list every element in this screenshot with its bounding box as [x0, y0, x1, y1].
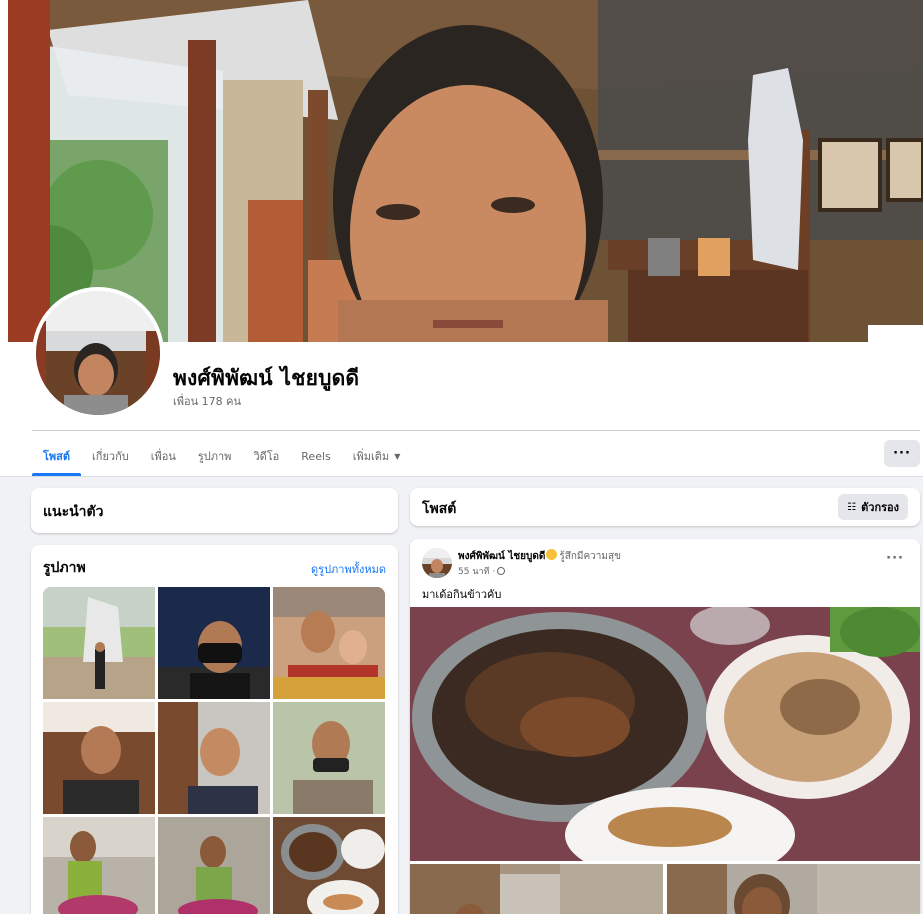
photo-thumbnail[interactable]	[273, 702, 385, 814]
tab-label: Reels	[301, 449, 331, 463]
tab-label: วิดีโอ	[253, 450, 280, 463]
tab-photos[interactable]: รูปภาพ	[187, 436, 243, 476]
post-meta: 55 นาที ·	[458, 564, 506, 578]
filter-button[interactable]: ☷ ตัวกรอง	[838, 494, 908, 520]
photos-card: รูปภาพ ดูรูปภาพทั้งหมด	[31, 545, 398, 914]
smiley-icon	[546, 549, 558, 560]
tab-label: รูปภาพ	[197, 450, 232, 463]
post-author-name[interactable]: พงศ์พิพัฒน์ ไชยบูดดี	[458, 551, 545, 562]
tab-label: เพื่อน	[150, 450, 176, 463]
filter-icon: ☷	[847, 501, 857, 513]
globe-icon	[497, 567, 506, 575]
photo-thumbnail[interactable]	[273, 817, 385, 914]
friend-count[interactable]: เพื่อน 178 คน	[173, 392, 241, 410]
photo-thumbnail[interactable]	[273, 587, 385, 699]
tab-more[interactable]: เพิ่มเติม ▼	[342, 436, 412, 476]
post-time[interactable]: 55 นาที ·	[458, 567, 495, 577]
post-text: มาเด้อกินข้าวคับ	[422, 588, 502, 601]
photo-thumbnail[interactable]	[43, 817, 155, 914]
tab-label: เกี่ยวกับ	[92, 450, 129, 463]
post-author-line: พงศ์พิพัฒน์ ไชยบูดดี รู้สึกมีความสุข	[458, 549, 621, 564]
tab-label: เพิ่มเติม	[352, 450, 390, 463]
header-divider	[32, 430, 920, 431]
post-image[interactable]	[667, 864, 920, 914]
intro-card: แนะนำตัว	[31, 488, 398, 533]
profile-tabs: โพสต์ เกี่ยวกับ เพื่อน รูปภาพ วิดีโอ Ree…	[32, 436, 411, 476]
caret-down-icon: ▼	[394, 451, 401, 461]
see-all-photos-link[interactable]: ดูรูปภาพทั้งหมด	[311, 560, 386, 578]
posts-title: โพสต์	[422, 501, 457, 517]
tab-about[interactable]: เกี่ยวกับ	[81, 436, 140, 476]
photos-title: รูปภาพ	[43, 560, 86, 576]
photo-thumbnail[interactable]	[158, 702, 270, 814]
intro-title: แนะนำตัว	[43, 504, 104, 520]
post-author-avatar[interactable]	[422, 548, 452, 578]
tab-reels[interactable]: Reels	[290, 436, 341, 476]
photo-thumbnail[interactable]	[43, 702, 155, 814]
post-options-button[interactable]: ···	[886, 551, 904, 566]
profile-header: พงศ์พิพัฒน์ ไชยบูดดี เพื่อน 178 คน โพสต์…	[0, 0, 923, 477]
photo-thumbnail[interactable]	[158, 587, 270, 699]
profile-avatar[interactable]	[32, 287, 164, 419]
photo-grid	[43, 587, 386, 914]
post-image[interactable]	[410, 607, 920, 861]
post-card: พงศ์พิพัฒน์ ไชยบูดดี รู้สึกมีความสุข 55 น…	[410, 539, 920, 914]
tab-posts[interactable]: โพสต์	[32, 436, 82, 476]
post-image[interactable]	[410, 864, 663, 914]
tab-videos[interactable]: วิดีโอ	[242, 436, 290, 476]
posts-header-card: โพสต์ ☷ ตัวกรอง	[410, 488, 920, 526]
profile-name: พงศ์พิพัฒน์ ไชยบูดดี	[173, 366, 360, 390]
tab-friends[interactable]: เพื่อน	[140, 436, 187, 476]
cover-photo[interactable]	[8, 0, 923, 342]
photo-thumbnail[interactable]	[158, 817, 270, 914]
filter-label: ตัวกรอง	[861, 501, 899, 514]
more-options-button[interactable]: ···	[884, 440, 920, 467]
photo-thumbnail[interactable]	[43, 587, 155, 699]
post-feeling: รู้สึกมีความสุข	[559, 551, 621, 562]
tab-label: โพสต์	[43, 450, 71, 463]
